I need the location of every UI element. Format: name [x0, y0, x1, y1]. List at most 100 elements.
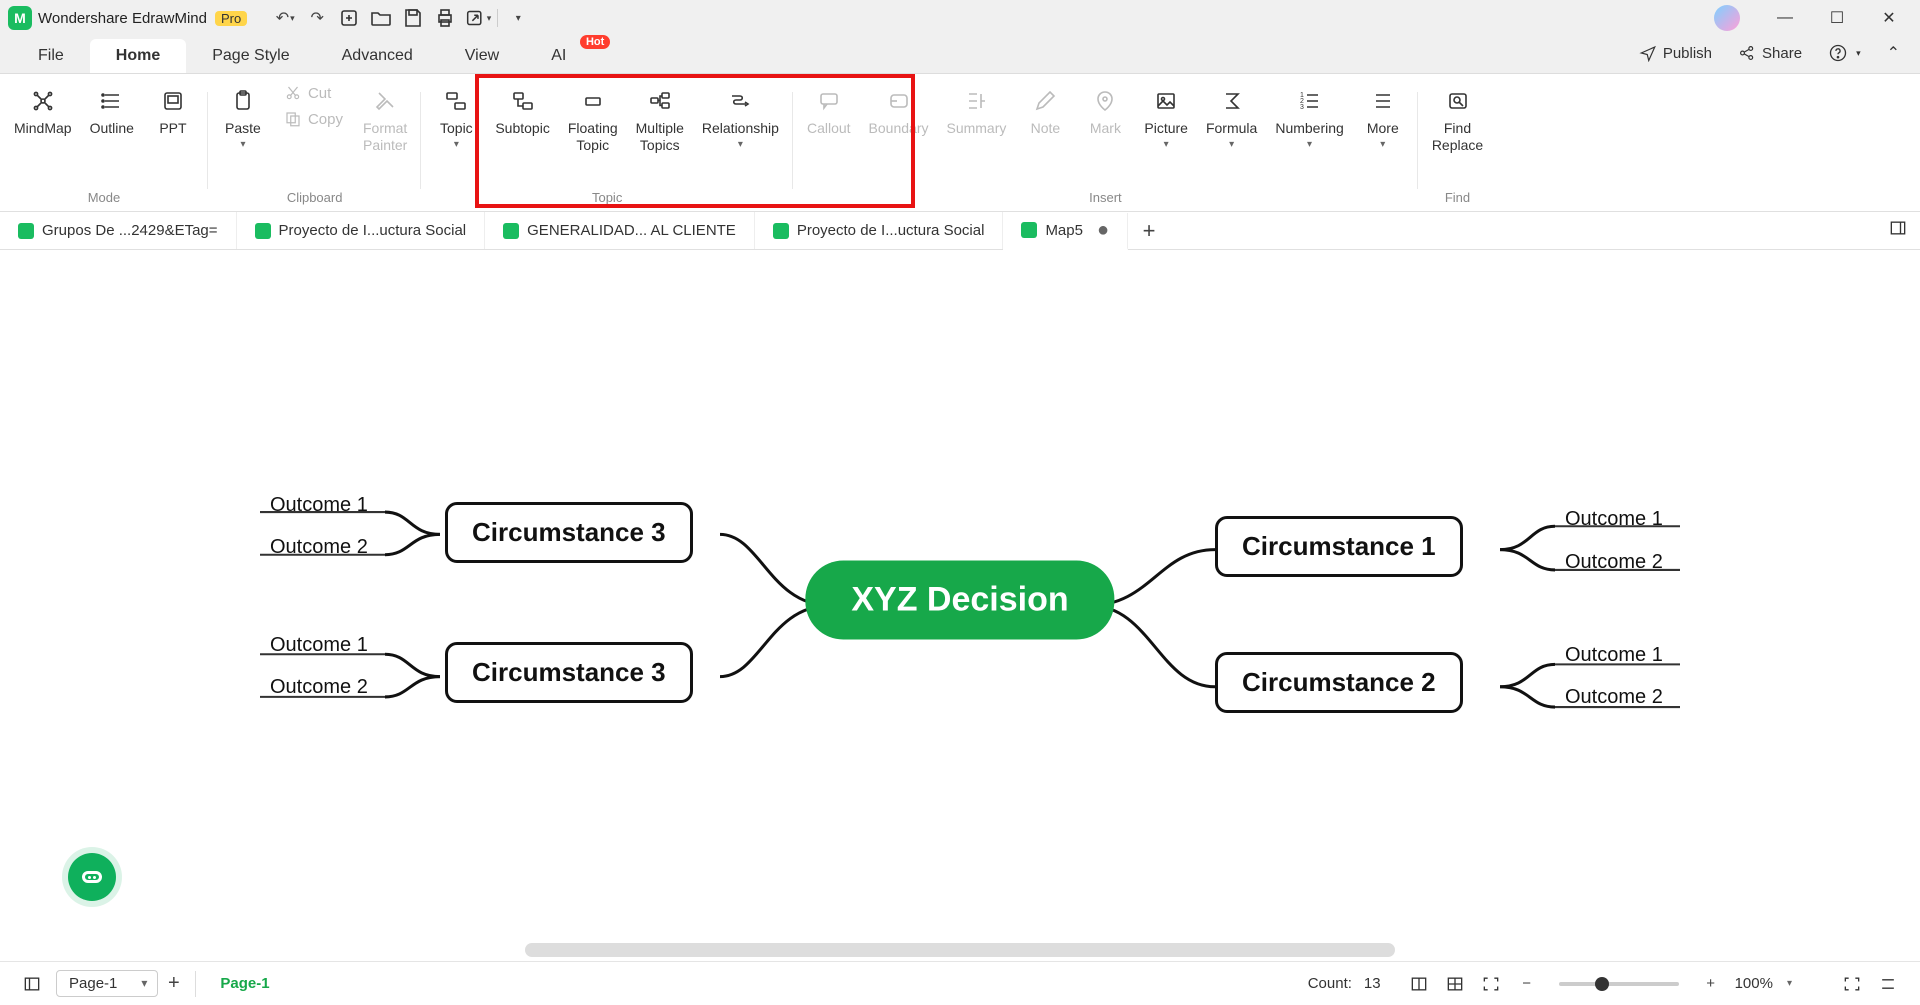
tab-page-style[interactable]: Page Style [186, 39, 315, 73]
menu-tabs: File Home Page Style Advanced View AI Ho… [0, 36, 1920, 74]
doc-icon [18, 223, 34, 239]
mindmap-button[interactable]: MindMap [6, 80, 80, 139]
open-button[interactable] [367, 4, 395, 32]
collapse-panel-button[interactable] [1876, 972, 1900, 996]
ribbon: MindMap Outline PPT Mode Paste▾ Cut Copy… [0, 74, 1920, 212]
doc-tab-3[interactable]: Proyecto de I...uctura Social [755, 212, 1004, 249]
note-button[interactable]: Note [1016, 80, 1074, 139]
tab-advanced[interactable]: Advanced [316, 39, 439, 73]
ribbon-group-find: Find Replace Find [1418, 74, 1497, 211]
multiple-topics-button[interactable]: Multiple Topics [628, 80, 692, 156]
title-bar: M Wondershare EdrawMind Pro ↶▾ ↷ ▾ ▾ — ☐… [0, 0, 1920, 36]
central-topic[interactable]: XYZ Decision [805, 561, 1114, 640]
doc-tab-2[interactable]: GENERALIDAD... AL CLIENTE [485, 212, 755, 249]
outcome-rb-1[interactable]: Outcome 1 [1565, 644, 1663, 667]
doc-tab-4[interactable]: Map5● [1003, 213, 1128, 250]
new-tab-button[interactable]: + [1134, 216, 1164, 246]
app-logo: M [8, 6, 32, 30]
publish-button[interactable]: Publish [1631, 40, 1720, 66]
group-label-insert: Insert [1089, 190, 1122, 209]
canvas[interactable]: XYZ Decision Circumstance 1 Circumstance… [0, 250, 1920, 961]
redo-button[interactable]: ↷ [303, 4, 331, 32]
mark-button[interactable]: Mark [1076, 80, 1134, 139]
outline-button[interactable]: Outline [82, 80, 142, 139]
ai-assistant-button[interactable] [68, 853, 116, 901]
zoom-value: 100% [1735, 975, 1773, 992]
status-bar: Page-1 + Page-1 Count: 13 − + 100%▾ [0, 961, 1920, 1005]
branch-left-top[interactable]: Circumstance 3 [445, 502, 693, 563]
doc-icon [773, 223, 789, 239]
view-grid-button[interactable] [1443, 972, 1467, 996]
group-label-clipboard: Clipboard [287, 190, 343, 209]
new-button[interactable] [335, 4, 363, 32]
share-button[interactable]: Share [1730, 40, 1810, 66]
help-button[interactable]: ▾ [1820, 39, 1869, 67]
topic-button[interactable]: Topic▾ [427, 80, 485, 152]
app-title: Wondershare EdrawMind [38, 10, 207, 27]
doc-tab-0[interactable]: Grupos De ...2429&ETag= [0, 212, 237, 249]
outcome-rt-2[interactable]: Outcome 2 [1565, 551, 1663, 574]
minimize-button[interactable]: — [1762, 0, 1808, 36]
boundary-button[interactable]: Boundary [861, 80, 937, 139]
callout-button[interactable]: Callout [799, 80, 859, 139]
count-label: Count: [1308, 975, 1352, 992]
save-button[interactable] [399, 4, 427, 32]
summary-button[interactable]: Summary [938, 80, 1014, 139]
close-button[interactable]: ✕ [1866, 0, 1912, 36]
floating-topic-button[interactable]: Floating Topic [560, 80, 626, 156]
panel-toggle-button[interactable] [1888, 218, 1920, 243]
collapse-ribbon-button[interactable]: ⌃ [1879, 39, 1908, 67]
format-painter-button[interactable]: Format Painter [355, 80, 415, 156]
cut-button[interactable]: Cut [274, 80, 353, 106]
find-replace-button[interactable]: Find Replace [1424, 80, 1491, 156]
group-label-topic: Topic [592, 190, 622, 209]
ppt-button[interactable]: PPT [144, 80, 202, 139]
relationship-button[interactable]: Relationship▾ [694, 80, 787, 152]
picture-button[interactable]: Picture▾ [1136, 80, 1196, 152]
tab-file[interactable]: File [12, 39, 90, 73]
add-page-button[interactable]: + [170, 971, 196, 997]
quick-access-toolbar: ↶▾ ↷ ▾ ▾ [271, 4, 532, 32]
count-value: 13 [1364, 975, 1381, 992]
undo-button[interactable]: ↶▾ [271, 4, 299, 32]
fullscreen-button[interactable] [1840, 972, 1864, 996]
doc-icon [503, 223, 519, 239]
branch-right-bot[interactable]: Circumstance 2 [1215, 652, 1463, 713]
subtopic-button[interactable]: Subtopic [487, 80, 557, 139]
zoom-out-button[interactable]: − [1515, 972, 1539, 996]
tab-ai[interactable]: AI Hot [525, 39, 592, 73]
outcome-lt-1[interactable]: Outcome 1 [270, 494, 368, 517]
qat-more-button[interactable]: ▾ [504, 4, 532, 32]
branch-right-top[interactable]: Circumstance 1 [1215, 516, 1463, 577]
maximize-button[interactable]: ☐ [1814, 0, 1860, 36]
copy-button[interactable]: Copy [274, 106, 353, 132]
doc-tab-1[interactable]: Proyecto de I...uctura Social [237, 212, 486, 249]
outcome-lt-2[interactable]: Outcome 2 [270, 536, 368, 559]
tab-home[interactable]: Home [90, 39, 186, 73]
doc-icon [1021, 222, 1037, 238]
svg-text:3: 3 [1300, 104, 1304, 111]
horizontal-scrollbar[interactable] [525, 943, 1395, 957]
paste-button[interactable]: Paste▾ [214, 80, 272, 152]
user-avatar[interactable] [1714, 5, 1740, 31]
outcome-lb-2[interactable]: Outcome 2 [270, 676, 368, 699]
tab-view[interactable]: View [439, 39, 525, 73]
doc-icon [255, 223, 271, 239]
numbering-button[interactable]: 123Numbering▾ [1267, 80, 1351, 152]
panel-left-button[interactable] [20, 972, 44, 996]
more-button[interactable]: More▾ [1354, 80, 1412, 152]
zoom-slider[interactable] [1559, 982, 1679, 986]
export-button[interactable]: ▾ [463, 4, 491, 32]
outcome-rt-1[interactable]: Outcome 1 [1565, 508, 1663, 531]
outcome-rb-2[interactable]: Outcome 2 [1565, 686, 1663, 709]
page-selector[interactable]: Page-1 [56, 970, 158, 997]
outcome-lb-1[interactable]: Outcome 1 [270, 634, 368, 657]
ribbon-group-topic: Topic▾ Subtopic Floating Topic Multiple … [421, 74, 793, 211]
branch-left-bot[interactable]: Circumstance 3 [445, 642, 693, 703]
zoom-in-button[interactable]: + [1699, 972, 1723, 996]
fit-page-button[interactable] [1479, 972, 1503, 996]
formula-button[interactable]: Formula▾ [1198, 80, 1265, 152]
print-button[interactable] [431, 4, 459, 32]
view-page-width-button[interactable] [1407, 972, 1431, 996]
page-tab-active[interactable]: Page-1 [208, 971, 281, 996]
